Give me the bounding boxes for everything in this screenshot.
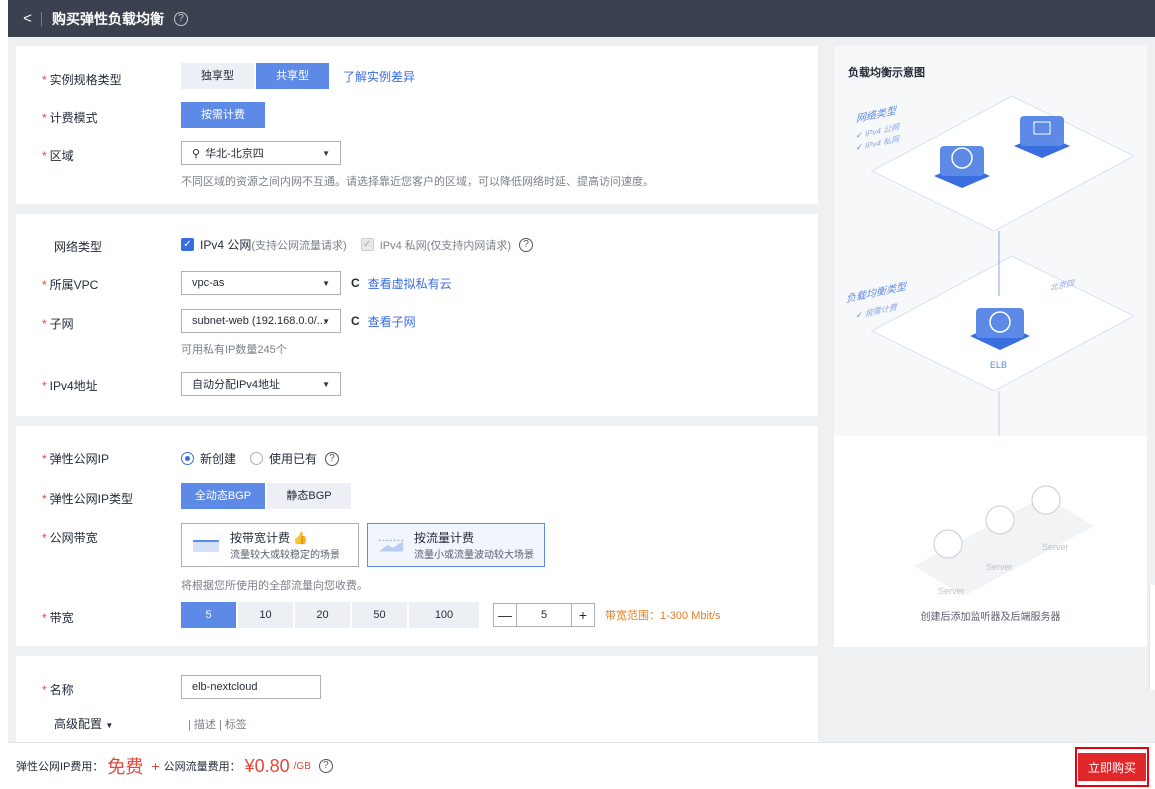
network-type-label: 网络类型: [54, 240, 103, 254]
instance-diff-link[interactable]: 了解实例差异: [343, 68, 415, 85]
lb-diagram: 负载均衡示意图 网络类型 ✔ IPv4 公网 ✔ IPv4 私网 公网 私网 负…: [834, 46, 1147, 647]
bandwidth-mode-label: * 公网带宽: [42, 531, 98, 545]
location-pin-icon: ⚲: [192, 147, 201, 160]
help-icon[interactable]: ?: [325, 451, 340, 466]
page-header: < 购买弹性负载均衡 ?: [8, 0, 1155, 37]
traffic-chart-icon: [378, 539, 404, 552]
eip-fee-value: 免费: [107, 757, 144, 777]
view-vpc-link[interactable]: 查看虚拟私有云: [368, 275, 452, 292]
side-scroll-tab[interactable]: [1149, 585, 1155, 690]
name-input[interactable]: elb-nextcloud: [181, 675, 321, 699]
diagram-server-1: Server: [1042, 542, 1069, 552]
bandwidth-icon: [193, 540, 219, 552]
refresh-icon[interactable]: C: [351, 276, 360, 290]
bandwidth-billing-card[interactable]: 按带宽计费 👍 流量较大或较稳定的场景: [181, 523, 359, 567]
advanced-items: | 描述 | 标签: [188, 719, 247, 731]
bandwidth-range-hint: 带宽范围：1-300 Mbit/s: [605, 610, 721, 622]
eip-new-label: 新创建: [200, 452, 237, 466]
eip-config-card: * 弹性公网IP 新创建 使用已有 ? * 弹性公网IP类型 全动态BGP 静态BG…: [16, 426, 818, 646]
bandwidth-option-100[interactable]: 100: [409, 602, 479, 628]
traffic-fee-value: ¥0.80: [244, 755, 290, 776]
basic-config-card: * 实例规格类型 独享型 共享型 了解实例差异 * 计费模式 按需计费 * 区域 ⚲ …: [16, 46, 818, 204]
bandwidth-label: * 带宽: [42, 611, 74, 625]
bandwidth-option-10[interactable]: 10: [238, 602, 293, 628]
vpc-select[interactable]: vpc-as ▼: [181, 271, 341, 295]
plus-button[interactable]: +: [572, 604, 594, 626]
buy-now-button[interactable]: 立即购买: [1078, 753, 1146, 781]
eip-type-label: * 弹性公网IP类型: [42, 492, 134, 506]
bandwidth-option-50[interactable]: 50: [352, 602, 407, 628]
eip-type-static-bgp[interactable]: 静态BGP: [267, 483, 351, 509]
ipv4-public-label: IPv4 公网: [200, 238, 252, 252]
caret-down-icon: ▼: [105, 721, 114, 730]
bandwidth-option-20[interactable]: 20: [295, 602, 350, 628]
help-icon[interactable]: ?: [318, 759, 333, 773]
bandwidth-value-input[interactable]: 5: [516, 604, 572, 626]
diagram-elb-label: ELB: [990, 360, 1008, 370]
bandwidth-presets: 5 10 20 50 100: [181, 602, 481, 628]
bandwidth-stepper: — 5 +: [493, 603, 595, 627]
back-icon[interactable]: <: [14, 11, 42, 26]
chevron-down-icon: ▼: [322, 278, 330, 288]
advanced-config-toggle[interactable]: 高级配置 ▼: [54, 715, 113, 732]
billing-mode-label: * 计费模式: [42, 111, 98, 125]
instance-type-selector: 独享型 共享型: [181, 63, 331, 89]
bandwidth-option-5[interactable]: 5: [181, 602, 236, 628]
ipv4-address-label: * IPv4地址: [42, 379, 98, 393]
region-select[interactable]: ⚲ 华北-北京四 ▼: [181, 141, 341, 165]
ipv4-private-label: IPv4 私网(仅支持内网请求): [379, 239, 512, 252]
subnet-label: * 子网: [42, 317, 74, 331]
instance-option-shared[interactable]: 共享型: [256, 63, 329, 89]
chevron-down-icon: ▼: [322, 148, 330, 158]
chevron-down-icon: ▼: [322, 379, 330, 389]
eip-label: * 弹性公网IP: [42, 452, 110, 466]
help-icon[interactable]: ?: [174, 11, 188, 26]
view-subnet-link[interactable]: 查看子网: [368, 313, 416, 330]
diagram-server-2: Server: [986, 562, 1013, 572]
diagram-caption: 创建后添加监听器及后端服务器: [920, 612, 1061, 623]
price-footer: 弹性公网IP费用： 免费 + 公网流量费用： ¥0.80 /GB ?: [8, 742, 1155, 789]
ipv4-public-checkbox[interactable]: ✓: [181, 238, 194, 251]
subnet-select[interactable]: subnet-web (192.168.0.0/... ▼: [181, 309, 341, 333]
billing-on-demand-button[interactable]: 按需计费: [181, 102, 265, 128]
instance-type-label: * 实例规格类型: [42, 73, 122, 87]
traffic-billing-card[interactable]: 按流量计费 流量小或流量波动较大场景: [367, 523, 545, 567]
thumbs-up-icon: 👍: [293, 531, 309, 545]
diagram-server-3: Server: [938, 586, 965, 596]
name-label: * 名称: [42, 683, 74, 697]
subnet-hint: 可用私有IP数量245个: [181, 344, 287, 356]
eip-existing-radio[interactable]: [250, 452, 264, 465]
traffic-fee-label: 公网流量费用：: [163, 761, 241, 773]
eip-fee-label: 弹性公网IP费用：: [16, 761, 104, 773]
region-hint: 不同区域的资源之间内网不互通。请选择靠近您客户的区域，可以降低网络时延、提高访问…: [181, 176, 654, 188]
instance-option-dedicated[interactable]: 独享型: [181, 63, 254, 89]
ipv4-private-checkbox: ✓: [360, 238, 374, 251]
plus-sign: +: [151, 758, 160, 774]
help-icon[interactable]: ?: [519, 237, 534, 252]
eip-type-dynamic-bgp[interactable]: 全动态BGP: [181, 483, 265, 509]
eip-new-radio[interactable]: [181, 452, 194, 465]
page-title: 购买弹性负载均衡: [52, 10, 164, 27]
vpc-label: * 所属VPC: [42, 278, 99, 292]
chevron-down-icon: ▼: [322, 316, 330, 326]
network-config-card: 网络类型 ✓ IPv4 公网 (支持公网流量请求) ✓ IPv4 私网(仅支持内…: [16, 214, 818, 416]
region-label: * 区域: [42, 149, 74, 163]
ipv4-public-note: (支持公网流量请求): [251, 239, 347, 252]
bandwidth-mode-hint: 将根据您所使用的全部流量向您收费。: [181, 580, 368, 592]
traffic-fee-unit: /GB: [293, 760, 311, 772]
name-config-card: * 名称 elb-nextcloud 高级配置 ▼ | 描述 | 标签: [16, 656, 818, 742]
ipv4-address-select[interactable]: 自动分配IPv4地址 ▼: [181, 372, 341, 396]
refresh-icon[interactable]: C: [351, 314, 360, 328]
buy-button-highlight: 立即购买: [1075, 747, 1149, 787]
eip-existing-label: 使用已有: [269, 452, 318, 466]
minus-button[interactable]: —: [494, 604, 516, 626]
